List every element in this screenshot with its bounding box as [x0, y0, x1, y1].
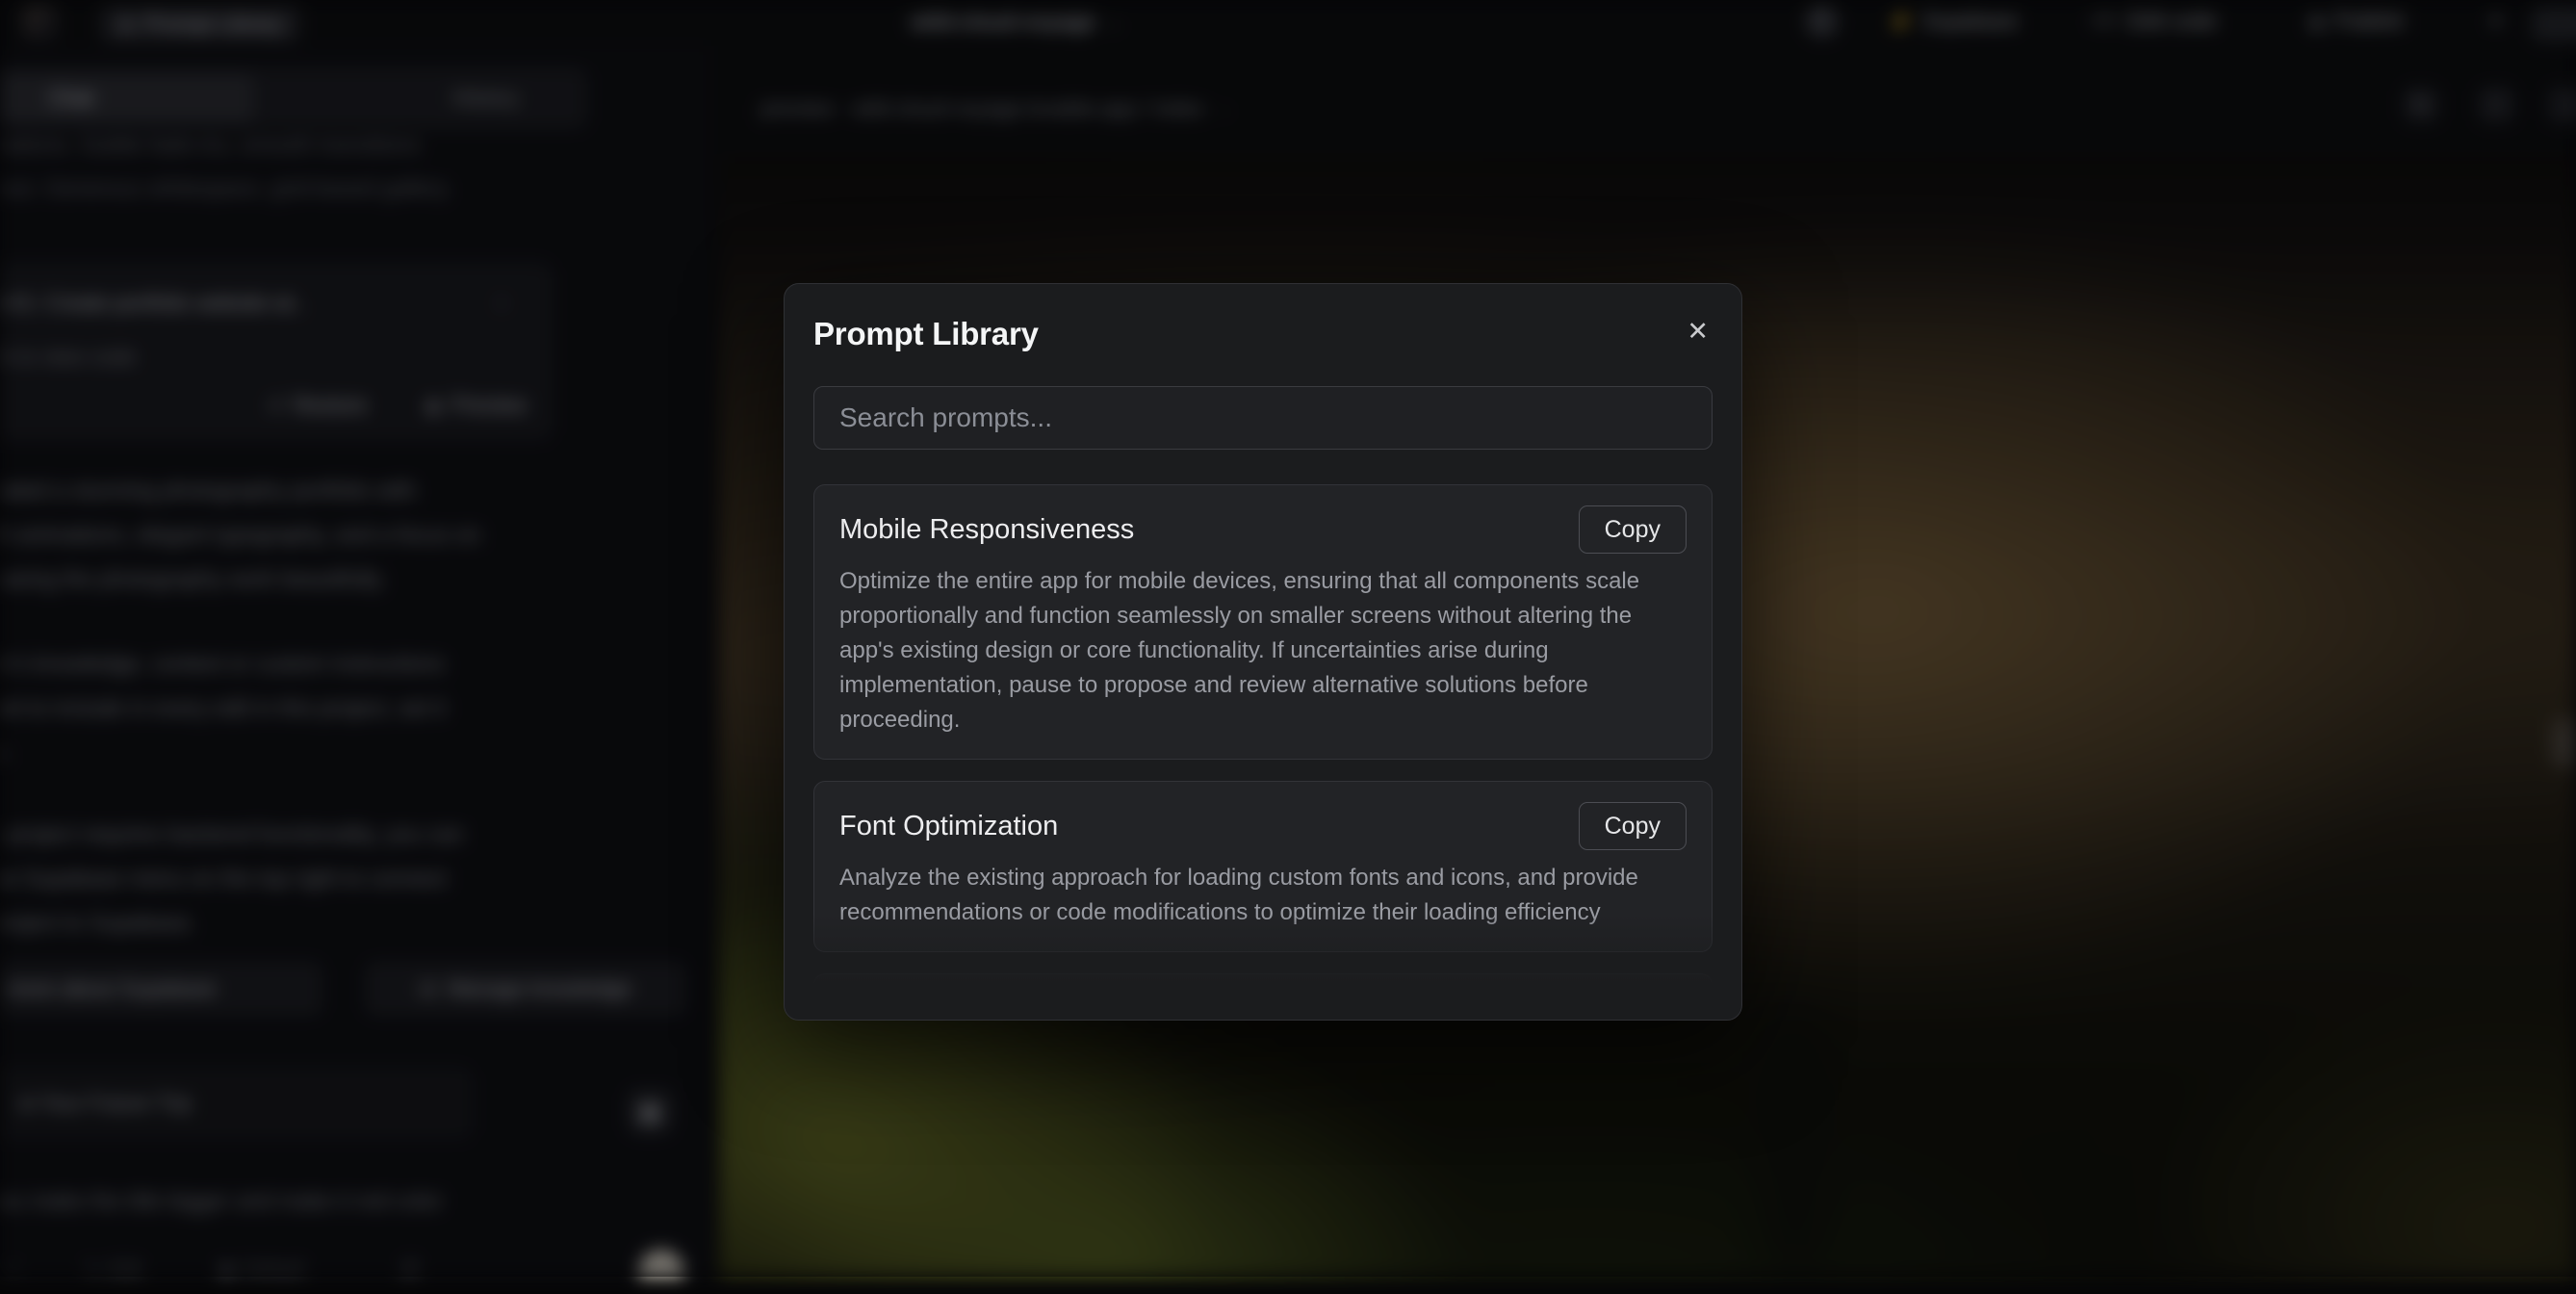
copy-button[interactable]: Copy	[1579, 505, 1687, 554]
prompt-title: Font Optimization	[839, 811, 1058, 842]
prompt-list: Mobile Responsiveness Copy Optimize the …	[813, 484, 1713, 995]
search-prompts-input[interactable]	[813, 386, 1713, 450]
prompt-description: Analyze the existing approach for loadin…	[839, 861, 1687, 930]
close-icon[interactable]: ✕	[1687, 317, 1709, 346]
prompt-card: Mobile Responsiveness Copy Optimize the …	[813, 484, 1713, 760]
prompt-card: Font Optimization Copy Analyze the exist…	[813, 781, 1713, 952]
prompt-description: Optimize the entire app for mobile devic…	[839, 564, 1687, 738]
prompt-library-modal: Prompt Library ✕ Mobile Responsiveness C…	[784, 283, 1742, 1021]
prompt-title: Mobile Responsiveness	[839, 514, 1134, 546]
modal-title: Prompt Library	[813, 315, 1713, 353]
prompt-card-partial	[813, 973, 1713, 995]
copy-button[interactable]: Copy	[1579, 802, 1687, 850]
